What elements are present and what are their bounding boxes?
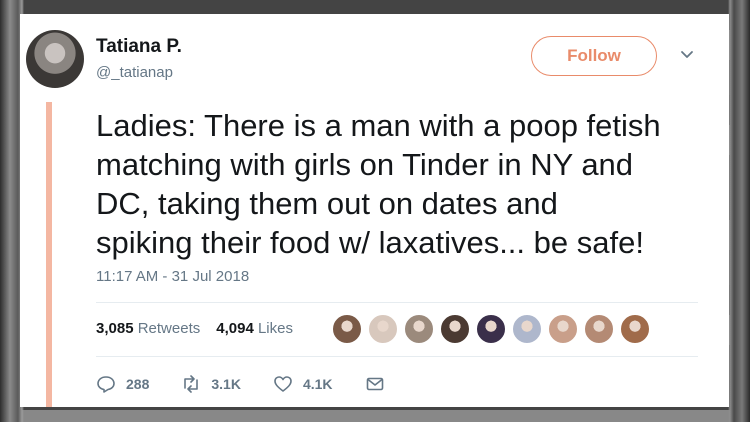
thread-accent-bar [46, 102, 52, 407]
liker-avatars [332, 314, 656, 344]
likes-count: 4,094 [216, 320, 254, 337]
liker-avatar[interactable] [548, 314, 578, 344]
like-count: 4.1K [302, 376, 333, 392]
avatar[interactable] [26, 30, 84, 88]
liker-avatar[interactable] [332, 314, 362, 344]
user-handle[interactable]: @_tatianap [96, 64, 173, 81]
likes-stat[interactable]: 4,094 Likes [216, 320, 293, 337]
heart-icon [274, 376, 292, 392]
engagement-stats: 3,085 Retweets 4,094 Likes [96, 320, 293, 337]
tweet-text: Ladies: There is a man with a poop fetis… [96, 106, 706, 262]
liker-avatar[interactable] [620, 314, 650, 344]
retweets-label: Retweets [137, 320, 201, 337]
reply-icon [97, 376, 115, 393]
reply-count: 288 [126, 376, 150, 392]
like-button[interactable]: 4.1K [273, 374, 333, 394]
follow-button[interactable]: Follow [531, 36, 657, 76]
liker-avatar[interactable] [440, 314, 470, 344]
tweet-timestamp[interactable]: 11:17 AM - 31 Jul 2018 [96, 268, 249, 285]
liker-avatar[interactable] [512, 314, 542, 344]
tweet-line: spiking their food w/ laxatives... be sa… [96, 225, 644, 260]
tweet-line: matching with girls on Tinder in NY and [96, 147, 634, 182]
tweet-actions: 288 3.1K 4.1K [96, 374, 417, 394]
liker-avatar[interactable] [476, 314, 506, 344]
liker-avatar[interactable] [584, 314, 614, 344]
likes-label: Likes [257, 320, 293, 337]
envelope-icon [366, 377, 383, 391]
tweet-line: DC, taking them out on dates and [96, 186, 558, 221]
user-name[interactable]: Tatiana P. [96, 36, 182, 58]
retweets-stat[interactable]: 3,085 Retweets [96, 320, 200, 337]
retweet-icon [184, 375, 199, 393]
liker-avatar[interactable] [404, 314, 434, 344]
reply-button[interactable]: 288 [96, 374, 149, 394]
divider [96, 356, 698, 357]
tweet-card: Tatiana P. @_tatianap Follow Ladies: The… [20, 14, 729, 407]
retweet-button[interactable]: 3.1K [181, 374, 241, 394]
tweet-line: Ladies: There is a man with a poop fetis… [96, 108, 661, 143]
chevron-down-icon[interactable] [680, 48, 694, 62]
liker-avatar[interactable] [368, 314, 398, 344]
retweets-count: 3,085 [96, 320, 134, 337]
divider [96, 302, 698, 303]
retweet-count: 3.1K [211, 376, 241, 392]
direct-message-button[interactable] [365, 374, 385, 394]
